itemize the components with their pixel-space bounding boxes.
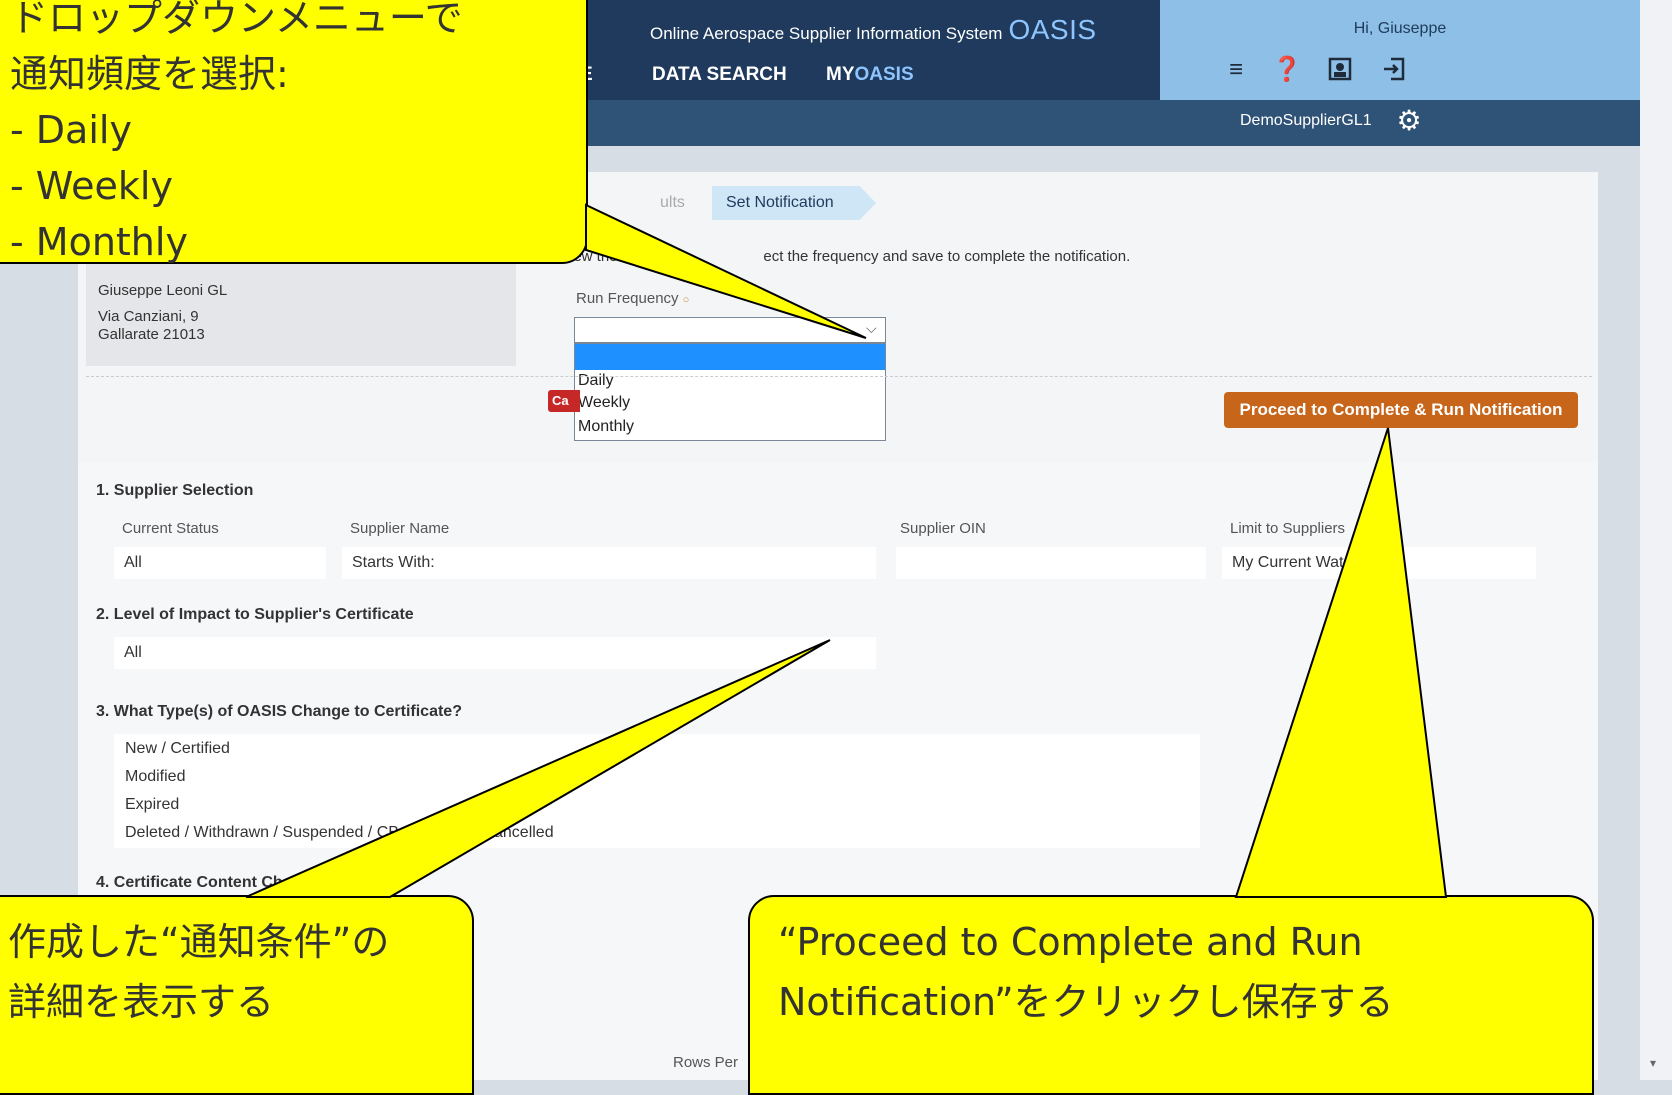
dropdown-option-blank[interactable] [575, 344, 885, 370]
column-supplier-oin: Supplier OIN [900, 520, 986, 537]
menu-icon[interactable]: ≡ [1222, 56, 1250, 84]
brand-logo: OASIS [1008, 14, 1097, 45]
column-limit-to-suppliers: Limit to Suppliers [1230, 520, 1346, 537]
section-impact-level: 2. Level of Impact to Supplier's Certifi… [96, 606, 414, 623]
user-panel [1160, 0, 1640, 100]
rows-per-page-label: Rows Per [673, 1054, 739, 1071]
divider [86, 376, 1592, 377]
step-set-notification[interactable]: Set Notification [712, 186, 876, 220]
nav-data-search[interactable]: DATA SEARCH [652, 64, 787, 86]
account-name: DemoSupplierGL1 [1240, 112, 1372, 129]
help-icon[interactable]: ❓ [1272, 56, 1302, 84]
change-type-item: Deleted / Withdrawn / Suspended / CB [125, 824, 399, 841]
column-supplier-name: Supplier Name [350, 520, 450, 537]
section-content-change: 4. Certificate Content Chan [96, 874, 302, 891]
change-type-item: New / Certified [125, 740, 230, 757]
supplier-oin-value [896, 547, 1206, 579]
supplier-name-value: Starts With: [342, 547, 876, 579]
instructions-right: ect the frequency and save to complete t… [763, 248, 1131, 265]
limit-to-suppliers-value: My Current Wat [1222, 547, 1536, 579]
section-change-types: 3. What Type(s) of OASIS Change to Certi… [96, 703, 462, 720]
change-type-item-tail: ancelled [494, 824, 554, 841]
system-title: Online Aerospace Supplier Information Sy… [650, 14, 1097, 46]
callout-proceed-text: “Proceed to Complete and Run Notificatio… [778, 920, 1394, 1024]
change-type-item: Expired [125, 796, 180, 813]
nav-my-suffix: OASIS [854, 64, 914, 85]
impact-level-value: All [114, 637, 876, 669]
step-results[interactable]: ults [660, 186, 685, 220]
address-line: Gallarate 21013 [98, 326, 205, 343]
required-icon: ○ [682, 294, 690, 306]
dropdown-option-weekly[interactable]: Weekly [578, 394, 630, 412]
logout-icon[interactable] [1380, 56, 1408, 84]
scrollbar[interactable] [1640, 0, 1672, 1080]
column-current-status: Current Status [122, 520, 219, 537]
instructions-text: iew the criter ect the frequency and sav… [570, 248, 1130, 265]
proceed-button[interactable]: Proceed to Complete & Run Notification [1224, 392, 1578, 428]
current-status-value: All [114, 547, 326, 579]
nav-my-prefix: MY [826, 64, 855, 85]
run-frequency-label: Run Frequency ○ [576, 290, 689, 307]
nav-my-oasis[interactable]: MYOASIS [826, 64, 914, 86]
callout-frequency-text: ドロップダウンメニューで 通知頻度を選択: - Daily - Weekly -… [10, 0, 463, 264]
run-frequency-label-text: Run Frequency [576, 290, 679, 307]
change-type-item: Modified [125, 768, 186, 785]
profile-icon[interactable] [1326, 56, 1354, 84]
address-line: Via Canziani, 9 [98, 308, 199, 325]
scroll-down-icon[interactable]: ▾ [1650, 1056, 1656, 1070]
dropdown-option-daily[interactable]: Daily [578, 372, 614, 390]
chevron-down-icon[interactable]: ⌵ [866, 320, 877, 337]
address-line: Giuseppe Leoni GL [98, 282, 228, 299]
callout-criteria-text: 作成した“通知条件”の 詳細を表示する [8, 920, 390, 1024]
cancel-button[interactable]: Ca [548, 390, 580, 412]
dropdown-option-monthly[interactable]: Monthly [578, 418, 634, 436]
run-frequency-select[interactable] [574, 317, 886, 343]
user-greeting: Hi, Giuseppe [1353, 20, 1447, 37]
gear-icon[interactable]: ⚙ [1394, 106, 1424, 136]
system-name: Online Aerospace Supplier Information Sy… [650, 24, 1003, 43]
section-supplier-selection: 1. Supplier Selection [96, 482, 254, 499]
